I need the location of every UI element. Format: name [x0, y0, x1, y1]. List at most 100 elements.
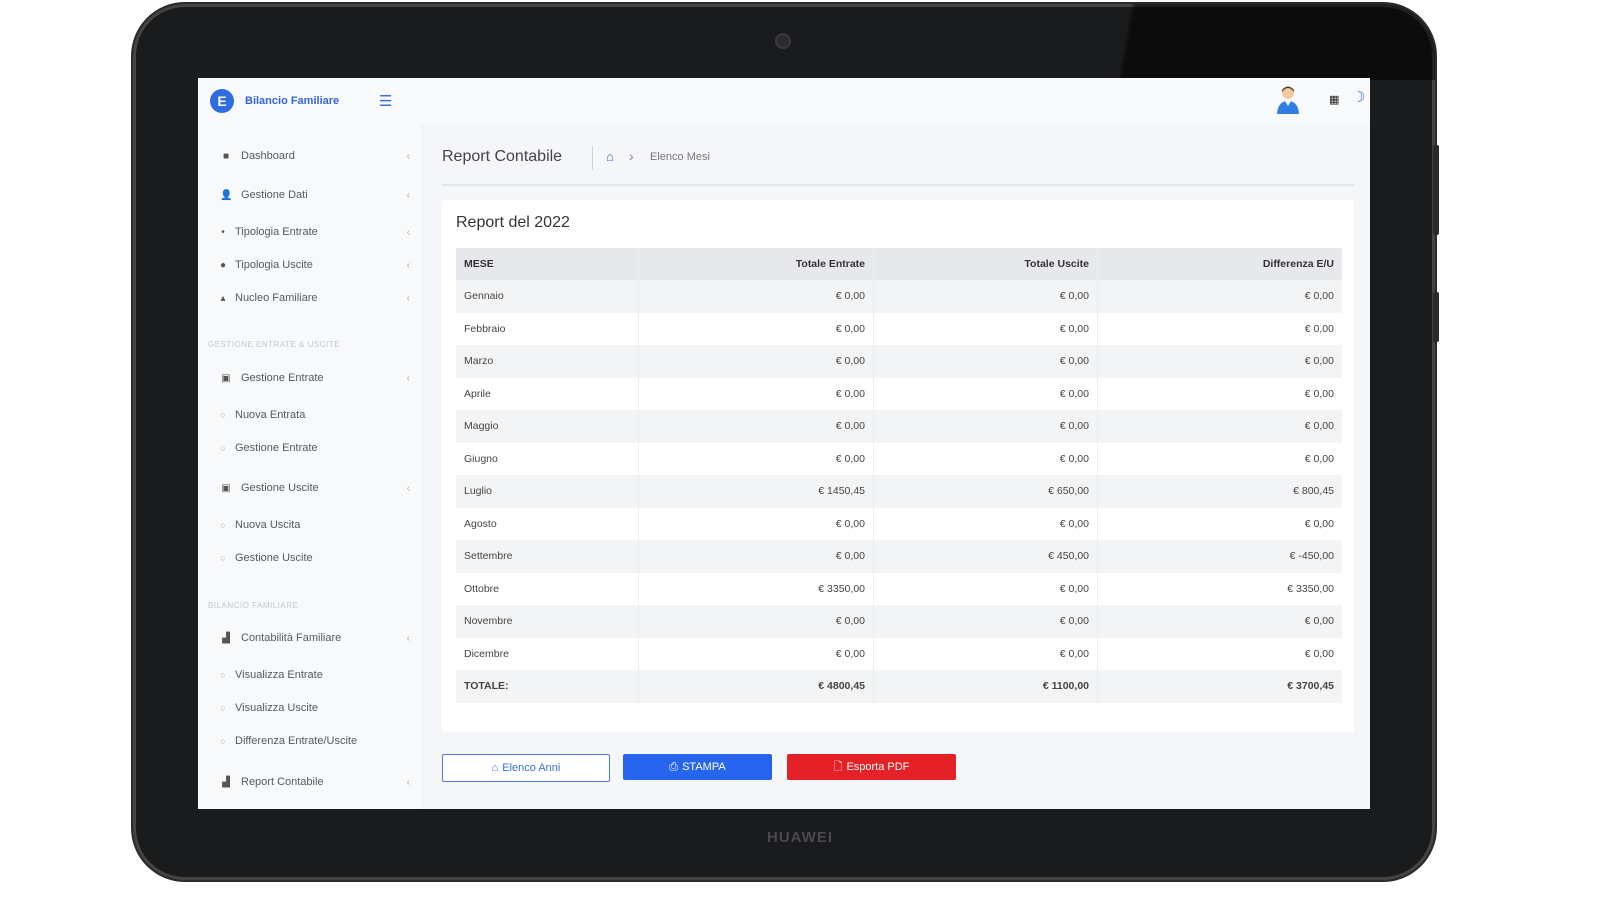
chevron-left-icon: ‹	[406, 776, 410, 788]
sidebar-subitem-label: Visualizza Entrate	[235, 669, 323, 681]
ledger-icon: ▣	[221, 372, 231, 384]
sidebar-item-label: Report Contabile	[241, 776, 324, 788]
sidebar-subitem-nuova-entrata[interactable]: ○ Nuova Entrata	[220, 404, 420, 426]
table-row: Maggio € 0,00 € 0,00 € 0,00	[456, 410, 1342, 443]
table-cell: Ottobre	[456, 572, 639, 605]
table-row: Agosto € 0,00 € 0,00 € 0,00	[456, 507, 1342, 540]
front-camera	[777, 35, 789, 47]
sidebar-item-gestione-entrate[interactable]: ▣ Gestione Entrate ‹	[220, 367, 420, 389]
page-title: Report Contabile	[442, 148, 563, 165]
sidebar-item-dashboard[interactable]: ■ Dashboard ‹	[220, 145, 420, 167]
sidebar-subitem-label: Gestione Entrate	[235, 442, 318, 454]
user-avatar-icon[interactable]	[1276, 84, 1300, 116]
file-icon: 🗋	[833, 760, 843, 773]
table-cell: € 0,00	[638, 312, 874, 345]
sidebar-item-contabilita[interactable]: ▟ Contabilità Familiare ‹	[220, 627, 420, 649]
sidebar-subitem-visualizza-uscite[interactable]: ○ Visualizza Uscite	[220, 697, 420, 719]
bar-chart-icon: ▟	[222, 632, 230, 644]
chevron-left-icon: ‹	[406, 372, 410, 384]
table-header-row: MESE Totale Entrate Totale Uscite Differ…	[456, 248, 1342, 280]
column-header-mese: MESE	[456, 248, 639, 280]
table-cell: € 0,00	[873, 410, 1098, 443]
sidebar-item-label: Gestione Uscite	[241, 482, 319, 494]
sidebar-item-tipologia-uscite[interactable]: ● Tipologia Uscite ‹	[220, 254, 420, 276]
table-cell: Settembre	[456, 540, 639, 573]
table-cell: Gennaio	[456, 280, 639, 313]
dot-icon: ●	[220, 259, 227, 271]
app-title: Bilancio Familiare	[245, 95, 340, 107]
bar-chart-icon: ▟	[222, 776, 230, 788]
printer-icon: ⎙	[669, 760, 679, 773]
table-cell: € 0,00	[1304, 355, 1334, 368]
sidebar-subitem-gestione-entrate[interactable]: ○ Gestione Entrate	[220, 437, 420, 459]
sidebar-item-nucleo-familiare[interactable]: ▴ Nucleo Familiare ‹	[220, 287, 420, 309]
table-cell: € 0,00	[638, 605, 874, 638]
table-row: Settembre € 0,00 € 450,00 € -450,00	[456, 540, 1342, 573]
ledger-icon: ▣	[221, 482, 231, 494]
home-icon[interactable]: ⌂	[606, 149, 614, 164]
circle-icon: ○	[220, 703, 226, 713]
sidebar-subitem-nuova-uscita[interactable]: ○ Nuova Uscita	[220, 514, 420, 536]
sidebar-item-label: Dashboard	[241, 150, 295, 162]
chevron-left-icon: ‹	[406, 482, 410, 494]
table-cell: € 1450,45	[638, 475, 874, 508]
moon-icon[interactable]: ☽	[1352, 88, 1365, 106]
menu-toggle-icon[interactable]: ☰	[379, 92, 392, 110]
sidebar-item-label: Gestione Entrate	[241, 372, 324, 384]
grid-icon[interactable]: ▦	[1329, 93, 1339, 106]
sidebar-item-report-contabile[interactable]: ▟ Report Contabile ‹	[220, 771, 420, 793]
sidebar-subitem-label: Nuova Entrata	[235, 409, 306, 421]
table-cell: € 3700,45	[1287, 680, 1334, 693]
table-cell: € 0,00	[873, 377, 1098, 410]
table-cell: Luglio	[456, 475, 639, 508]
table-cell: € 0,00	[873, 280, 1098, 313]
table-cell: € 0,00	[638, 442, 874, 475]
table-cell: € 0,00	[873, 605, 1098, 638]
sidebar-subitem-differenza[interactable]: ○ Differenza Entrate/Uscite	[220, 730, 420, 752]
sidebar-subitem-gestione-uscite[interactable]: ○ Gestione Uscite	[220, 547, 420, 569]
sidebar-item-gestione-uscite[interactable]: ▣ Gestione Uscite ‹	[220, 477, 420, 499]
sidebar: E Bilancio Familiare ☰ ■ Dashboard ‹ 👤 G…	[198, 78, 423, 809]
table-cell: Agosto	[456, 507, 639, 540]
sidebar-subitem-label: Differenza Entrate/Uscite	[235, 735, 358, 747]
elenco-anni-button[interactable]: ⌂ Elenco Anni	[442, 754, 610, 782]
table-cell: € 0,00	[1304, 387, 1334, 400]
column-header-entrate: Totale Entrate	[638, 248, 874, 280]
sidebar-item-label: Tipologia Uscite	[235, 259, 313, 271]
table-cell: € -450,00	[1289, 550, 1334, 563]
table-cell: € 0,00	[1304, 322, 1334, 335]
device-brand: HUAWEI	[767, 829, 833, 846]
table-cell: Marzo	[456, 345, 639, 378]
table-row: Giugno € 0,00 € 0,00 € 0,00	[456, 442, 1342, 475]
circle-icon: ○	[220, 736, 226, 746]
report-title: Report del 2022	[456, 214, 570, 231]
circle-icon: ○	[220, 410, 226, 420]
circle-icon: ○	[220, 670, 226, 680]
sidebar-item-label: Contabilità Familiare	[241, 632, 342, 644]
breadcrumb-divider	[592, 146, 593, 170]
export-pdf-button[interactable]: 🗋 Esporta PDF	[787, 754, 956, 780]
volume-button	[1433, 145, 1439, 235]
table-cell: € 0,00	[1304, 615, 1334, 628]
sidebar-subitem-visualizza-entrate[interactable]: ○ Visualizza Entrate	[220, 664, 420, 686]
table-cell: € 0,00	[1304, 420, 1334, 433]
chevron-left-icon: ‹	[406, 189, 410, 201]
sidebar-subitem-label: Visualizza Uscite	[235, 702, 318, 714]
top-bar	[422, 78, 1370, 124]
sidebar-item-gestione-dati[interactable]: 👤 Gestione Dati ‹	[220, 184, 420, 206]
table-cell: € 0,00	[1304, 290, 1334, 303]
report-card: Report del 2022 MESE Totale Entrate Tota…	[442, 200, 1354, 732]
table-cell: Aprile	[456, 377, 639, 410]
table-cell: € 0,00	[873, 507, 1098, 540]
chevron-left-icon: ‹	[406, 226, 410, 238]
table-cell: € 0,00	[873, 345, 1098, 378]
table-cell: € 3350,00	[1287, 582, 1334, 595]
table-cell: € 0,00	[1304, 647, 1334, 660]
sidebar-item-tipologia-entrate[interactable]: • Tipologia Entrate ‹	[220, 221, 420, 243]
table-cell: Giugno	[456, 442, 639, 475]
print-button[interactable]: ⎙ STAMPA	[623, 754, 772, 780]
table-cell: € 800,45	[1293, 485, 1334, 498]
chevron-left-icon: ‹	[406, 150, 410, 162]
table-cell: € 650,00	[873, 475, 1098, 508]
home-icon: ■	[222, 150, 230, 162]
